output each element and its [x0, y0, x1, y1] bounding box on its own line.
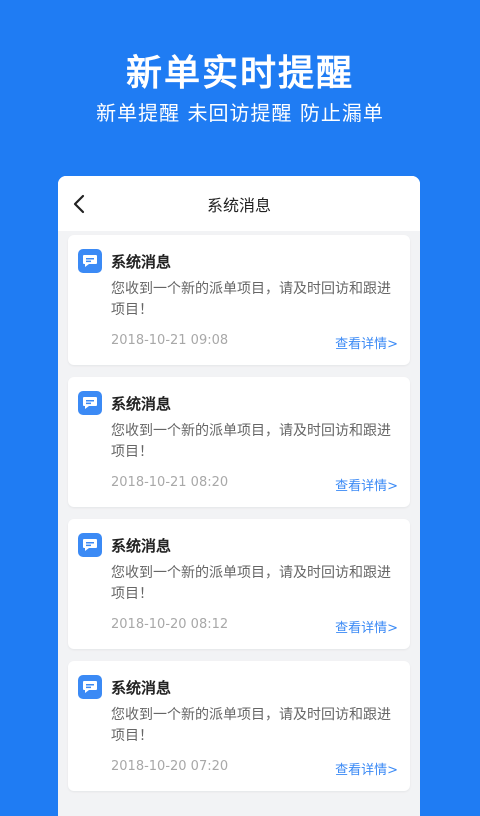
- view-details-link[interactable]: 查看详情>: [335, 333, 398, 352]
- promo-subtitle: 新单提醒 未回访提醒 防止漏单: [96, 101, 384, 125]
- message-icon: [78, 249, 102, 273]
- message-icon: [78, 391, 102, 415]
- page-title: 系统消息: [206, 196, 271, 215]
- message-card[interactable]: 系统消息 您收到一个新的派单项目，请及时回访和跟进项目！ 2018-10-21 …: [68, 377, 410, 507]
- message-body: 您收到一个新的派单项目，请及时回访和跟进项目！: [111, 565, 391, 602]
- view-details-link[interactable]: 查看详情>: [335, 759, 398, 778]
- message-card[interactable]: 系统消息 您收到一个新的派单项目，请及时回访和跟进项目！ 2018-10-20 …: [68, 661, 410, 791]
- message-title: 系统消息: [111, 679, 172, 697]
- message-time: 2018-10-20 08:12: [111, 617, 229, 632]
- top-bar: 系统消息: [58, 176, 420, 231]
- view-details-link[interactable]: 查看详情>: [335, 475, 398, 494]
- message-time: 2018-10-21 08:20: [111, 475, 229, 490]
- message-body: 您收到一个新的派单项目，请及时回访和跟进项目！: [111, 281, 391, 318]
- message-body: 您收到一个新的派单项目，请及时回访和跟进项目！: [111, 423, 391, 460]
- message-title: 系统消息: [111, 395, 172, 413]
- message-title: 系统消息: [111, 537, 172, 555]
- message-body: 您收到一个新的派单项目，请及时回访和跟进项目！: [111, 707, 391, 744]
- message-icon: [78, 675, 102, 699]
- message-time: 2018-10-20 07:20: [111, 759, 229, 774]
- view-details-link[interactable]: 查看详情>: [335, 617, 398, 636]
- promo-title: 新单实时提醒: [125, 53, 354, 94]
- phone-screen: 系统消息 系统消息 您收到一个新的派单项目，请及时回访和跟进项目！ 2018-1…: [58, 176, 420, 816]
- message-card[interactable]: 系统消息 您收到一个新的派单项目，请及时回访和跟进项目！ 2018-10-20 …: [68, 519, 410, 649]
- message-icon: [78, 533, 102, 557]
- message-title: 系统消息: [111, 253, 172, 271]
- message-card[interactable]: 系统消息 您收到一个新的派单项目，请及时回访和跟进项目！ 2018-10-21 …: [68, 235, 410, 365]
- message-time: 2018-10-21 09:08: [111, 333, 229, 348]
